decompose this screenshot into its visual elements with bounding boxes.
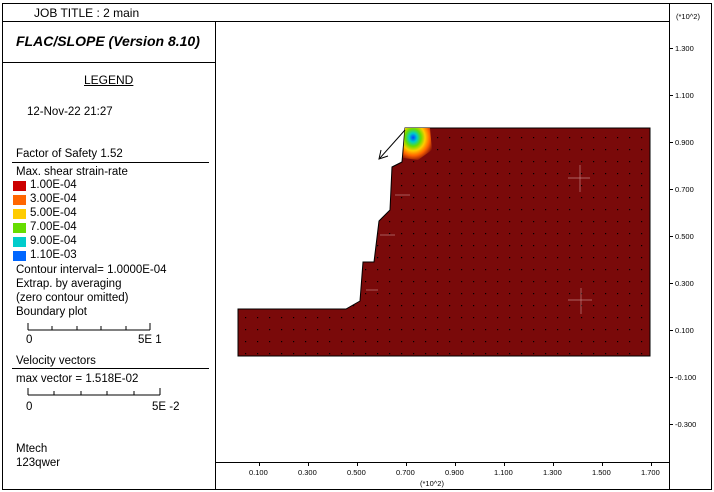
x-tick-mark bbox=[651, 462, 652, 466]
y-tick-label: -0.100 bbox=[675, 373, 697, 382]
x-tick-mark bbox=[259, 462, 260, 466]
x-tick-label: 1.700 bbox=[641, 468, 660, 477]
x-tick-label: 0.500 bbox=[347, 468, 366, 477]
plot-canvas bbox=[237, 127, 651, 357]
velocity-vector bbox=[379, 129, 406, 159]
slope-model bbox=[237, 127, 651, 357]
x-tick-label: 0.900 bbox=[445, 468, 464, 477]
y-tick-label: 0.300 bbox=[675, 279, 694, 288]
x-tick-label: 1.100 bbox=[494, 468, 513, 477]
y-tick-label: 0.900 bbox=[675, 138, 694, 147]
x-scale-label: (*10^2) bbox=[420, 479, 444, 488]
x-tick-label: 0.300 bbox=[298, 468, 317, 477]
x-tick-label: 1.500 bbox=[592, 468, 611, 477]
y-tick-label: 1.300 bbox=[675, 44, 694, 53]
x-tick-mark bbox=[602, 462, 603, 466]
x-tick-mark bbox=[455, 462, 456, 466]
y-tick-mark bbox=[669, 95, 673, 96]
y-tick-mark bbox=[669, 330, 673, 331]
x-tick-label: 1.300 bbox=[543, 468, 562, 477]
x-tick-mark bbox=[308, 462, 309, 466]
y-tick-mark bbox=[669, 189, 673, 190]
y-tick-mark bbox=[669, 142, 673, 143]
y-tick-label: 0.500 bbox=[675, 232, 694, 241]
x-tick-label: 0.100 bbox=[249, 468, 268, 477]
y-tick-mark bbox=[669, 236, 673, 237]
x-tick-mark bbox=[406, 462, 407, 466]
x-tick-mark bbox=[553, 462, 554, 466]
x-tick-label: 0.700 bbox=[396, 468, 415, 477]
y-tick-label: 1.100 bbox=[675, 91, 694, 100]
y-tick-label: 0.100 bbox=[675, 326, 694, 335]
y-tick-label: 0.700 bbox=[675, 185, 694, 194]
x-tick-mark bbox=[504, 462, 505, 466]
x-tick-mark bbox=[357, 462, 358, 466]
y-tick-mark bbox=[669, 48, 673, 49]
y-tick-mark bbox=[669, 283, 673, 284]
y-tick-label: -0.300 bbox=[675, 420, 697, 429]
y-tick-mark bbox=[669, 424, 673, 425]
y-tick-mark bbox=[669, 377, 673, 378]
